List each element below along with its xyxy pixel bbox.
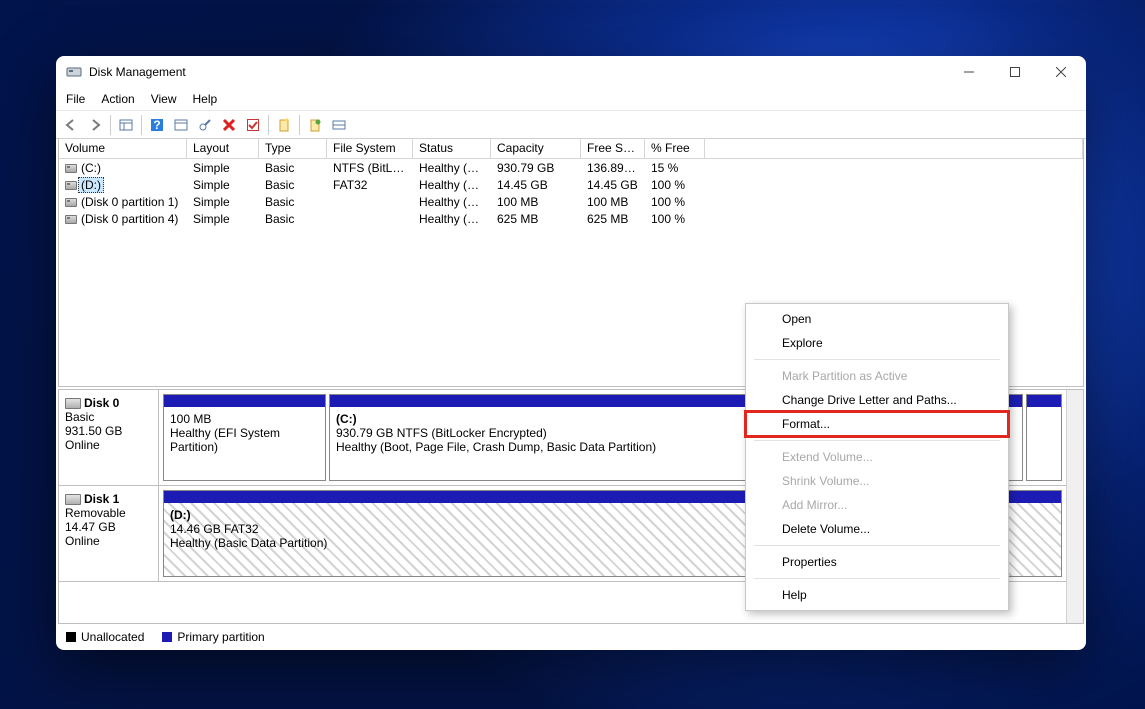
volume-row[interactable]: (Disk 0 partition 4)SimpleBasicHealthy (…	[59, 210, 1083, 227]
settings-button[interactable]	[170, 114, 192, 136]
menu-bar: File Action View Help	[56, 88, 1086, 111]
menu-separator	[754, 359, 1000, 360]
col-pct[interactable]: % Free	[645, 139, 705, 158]
menu-item-open[interactable]: Open	[746, 307, 1008, 331]
help-button[interactable]: ?	[146, 114, 168, 136]
col-type[interactable]: Type	[259, 139, 327, 158]
disk-info: Disk 1Removable14.47 GBOnline	[59, 486, 159, 581]
col-spacer	[705, 139, 1083, 158]
menu-item-add-mirror: Add Mirror...	[746, 493, 1008, 517]
col-status[interactable]: Status	[413, 139, 491, 158]
titlebar[interactable]: Disk Management	[56, 56, 1086, 88]
toolbar: ?	[56, 111, 1086, 139]
menu-item-shrink-volume: Shrink Volume...	[746, 469, 1008, 493]
menu-item-extend-volume: Extend Volume...	[746, 445, 1008, 469]
properties-button[interactable]	[194, 114, 216, 136]
menu-separator	[754, 440, 1000, 441]
col-filesystem[interactable]: File System	[327, 139, 413, 158]
graphical-scrollbar[interactable]	[1066, 390, 1083, 623]
legend: Unallocated Primary partition	[58, 626, 1084, 648]
col-free[interactable]: Free Spa...	[581, 139, 645, 158]
partition[interactable]	[1026, 394, 1062, 481]
menu-item-help[interactable]: Help	[746, 583, 1008, 607]
toolbar-separator	[110, 115, 111, 135]
svg-text:?: ?	[153, 118, 160, 132]
menu-item-delete-volume[interactable]: Delete Volume...	[746, 517, 1008, 541]
menu-file[interactable]: File	[58, 89, 93, 109]
delete-button[interactable]	[218, 114, 240, 136]
menu-view[interactable]: View	[143, 89, 185, 109]
close-button[interactable]	[1038, 56, 1084, 88]
back-button[interactable]	[60, 114, 82, 136]
minimize-button[interactable]	[946, 56, 992, 88]
check-button[interactable]	[242, 114, 264, 136]
col-layout[interactable]: Layout	[187, 139, 259, 158]
forward-button[interactable]	[84, 114, 106, 136]
context-menu: OpenExplore Mark Partition as ActiveChang…	[745, 303, 1009, 611]
menu-separator	[754, 578, 1000, 579]
show-hide-tree-button[interactable]	[115, 114, 137, 136]
legend-unallocated: Unallocated	[66, 630, 144, 644]
menu-item-mark-partition-as-active: Mark Partition as Active	[746, 364, 1008, 388]
menu-action[interactable]: Action	[93, 89, 142, 109]
app-icon	[66, 64, 82, 80]
volume-row[interactable]: (D:)SimpleBasicFAT32Healthy (B...14.45 G…	[59, 176, 1083, 193]
menu-item-change-drive-letter-and-paths[interactable]: Change Drive Letter and Paths...	[746, 388, 1008, 412]
legend-primary: Primary partition	[162, 630, 264, 644]
menu-help[interactable]: Help	[185, 89, 226, 109]
volume-row[interactable]: (Disk 0 partition 1)SimpleBasicHealthy (…	[59, 193, 1083, 210]
toolbar-separator	[141, 115, 142, 135]
maximize-button[interactable]	[992, 56, 1038, 88]
menu-item-properties[interactable]: Properties	[746, 550, 1008, 574]
toolbar-separator	[268, 115, 269, 135]
volume-row[interactable]: (C:)SimpleBasicNTFS (BitLo...Healthy (B.…	[59, 159, 1083, 176]
window-title: Disk Management	[89, 65, 946, 79]
toolbar-separator	[299, 115, 300, 135]
col-volume[interactable]: Volume	[59, 139, 187, 158]
refresh-button[interactable]	[304, 114, 326, 136]
menu-item-format[interactable]: Format...	[746, 412, 1008, 436]
disk-info: Disk 0Basic931.50 GBOnline	[59, 390, 159, 485]
list-button[interactable]	[328, 114, 350, 136]
column-headers[interactable]: Volume Layout Type File System Status Ca…	[59, 139, 1083, 159]
col-capacity[interactable]: Capacity	[491, 139, 581, 158]
new-button[interactable]	[273, 114, 295, 136]
menu-separator	[754, 545, 1000, 546]
partition[interactable]: 100 MBHealthy (EFI System Partition)	[163, 394, 326, 481]
menu-item-explore[interactable]: Explore	[746, 331, 1008, 355]
